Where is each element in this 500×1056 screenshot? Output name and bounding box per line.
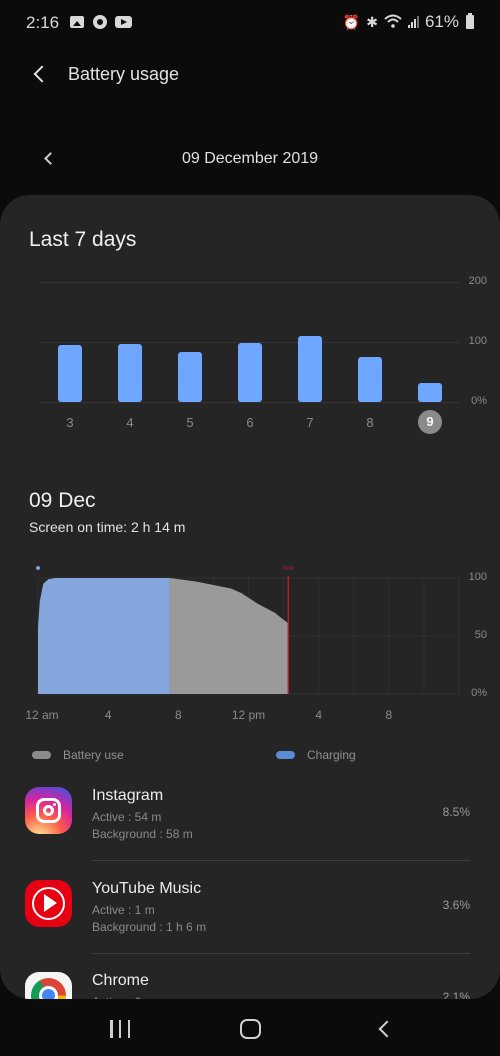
bar-day-6[interactable] bbox=[238, 343, 262, 402]
chart-legend: Battery use Charging bbox=[0, 748, 500, 768]
app-usage-percent: 3.6% bbox=[442, 898, 470, 912]
u-ytick-50: 50 bbox=[474, 629, 487, 641]
chrome-icon bbox=[25, 972, 72, 999]
app-name: YouTube Music bbox=[92, 880, 202, 897]
app-background-time: Background : 1 h 6 m bbox=[92, 920, 207, 934]
app-active-time: Active : 54 m bbox=[92, 810, 162, 824]
u-xtick: 8 bbox=[385, 708, 393, 722]
x-tick-day-5[interactable]: 5 bbox=[178, 415, 202, 430]
app-active-time: Active : 2 m bbox=[92, 995, 155, 999]
back-button[interactable] bbox=[28, 62, 52, 86]
app-header: Battery usage bbox=[0, 52, 500, 98]
signal-icon bbox=[407, 16, 419, 28]
status-time: 2:16 bbox=[26, 13, 60, 32]
u-xtick: 12 pm bbox=[231, 708, 266, 722]
y-tick-100: 100 bbox=[468, 335, 487, 347]
legend-battery-use: Battery use bbox=[32, 748, 124, 762]
bar-day-8[interactable] bbox=[358, 357, 382, 402]
battery-percent: 61% bbox=[424, 12, 459, 31]
back-icon[interactable] bbox=[375, 1019, 396, 1039]
wifi-icon bbox=[384, 14, 402, 31]
app-usage-percent: 8.5% bbox=[442, 805, 470, 819]
date-navigator: 09 December 2019 bbox=[0, 140, 500, 180]
youtube-icon bbox=[115, 16, 132, 28]
divider bbox=[92, 860, 470, 861]
day-title: 09 Dec bbox=[29, 489, 96, 512]
u-ytick-0: 0% bbox=[471, 687, 487, 699]
back-chevron-icon bbox=[33, 65, 51, 83]
u-xtick: 4 bbox=[315, 708, 322, 722]
selected-date: 09 December 2019 bbox=[181, 150, 319, 167]
status-right: ⏰ ✱ 61% bbox=[343, 12, 474, 32]
gallery-icon bbox=[70, 16, 84, 28]
legend-label: Battery use bbox=[63, 748, 124, 762]
x-tick-day-8[interactable]: 8 bbox=[358, 415, 382, 430]
u-xtick: 12 am bbox=[25, 708, 59, 722]
battery-card: Last 7 days 200 100 0% 3456789 09 Dec Sc… bbox=[0, 195, 500, 999]
app-row-youtube-music[interactable]: YouTube Music Active : 1 m Background : … bbox=[0, 868, 500, 960]
x-tick-day-9[interactable]: 9 bbox=[418, 410, 442, 434]
u-ytick-100: 100 bbox=[468, 571, 487, 583]
bar-day-4[interactable] bbox=[118, 343, 142, 402]
x-tick-day-4[interactable]: 4 bbox=[118, 415, 142, 430]
screen-on-time: Screen on time: 2 h 14 m bbox=[29, 519, 186, 535]
grid-line-0 bbox=[40, 402, 460, 403]
x-tick-day-6[interactable]: 6 bbox=[238, 415, 262, 430]
status-bar: 2:16 ⏰ ✱ 61% bbox=[0, 0, 500, 48]
bluetooth-icon: ✱ bbox=[366, 13, 378, 30]
youtube-music-icon bbox=[25, 880, 72, 927]
u-xtick: 4 bbox=[104, 708, 112, 722]
x-tick-day-7[interactable]: 7 bbox=[298, 415, 322, 430]
legend-charging: Charging bbox=[276, 748, 356, 762]
alarm-icon: ⏰ bbox=[342, 13, 361, 30]
u-xtick: 8 bbox=[174, 708, 182, 722]
record-icon bbox=[93, 15, 107, 29]
legend-swatch-battery bbox=[32, 751, 51, 759]
recents-icon[interactable] bbox=[110, 1020, 130, 1038]
bar-day-5[interactable] bbox=[178, 352, 202, 402]
legend-label: Charging bbox=[307, 748, 356, 762]
app-row-instagram[interactable]: Instagram Active : 54 m Background : 58 … bbox=[0, 775, 500, 867]
battery-icon bbox=[466, 13, 474, 29]
y-tick-200: 200 bbox=[468, 275, 487, 287]
app-name: Instagram bbox=[92, 787, 164, 804]
app-background-time: Background : 58 m bbox=[92, 827, 193, 841]
bar-day-9[interactable] bbox=[418, 382, 442, 402]
y-tick-0: 0% bbox=[471, 395, 487, 407]
divider bbox=[92, 953, 470, 954]
weekly-bar-chart: 200 100 0% 3 4 5 6 7 8 9 bbox=[0, 195, 500, 455]
area-charging bbox=[38, 578, 170, 694]
start-marker bbox=[36, 566, 40, 570]
grid-line-200 bbox=[40, 282, 460, 283]
area-battery-use bbox=[169, 578, 289, 694]
app-active-time: Active : 1 m bbox=[92, 903, 155, 917]
bar-day-7[interactable] bbox=[298, 336, 322, 402]
page-title: Battery usage bbox=[68, 64, 180, 84]
legend-swatch-charging bbox=[276, 751, 295, 759]
now-label: Now bbox=[282, 566, 295, 572]
bar-day-3[interactable] bbox=[58, 345, 82, 402]
home-icon[interactable] bbox=[240, 1019, 261, 1039]
app-usage-percent: 2.1% bbox=[442, 990, 470, 999]
instagram-icon bbox=[25, 787, 72, 834]
app-row-chrome[interactable]: Chrome Active : 2 m 2.1% bbox=[0, 960, 500, 999]
navigation-bar bbox=[0, 1000, 500, 1056]
x-tick-day-3[interactable]: 3 bbox=[58, 415, 82, 430]
app-name: Chrome bbox=[92, 972, 149, 989]
